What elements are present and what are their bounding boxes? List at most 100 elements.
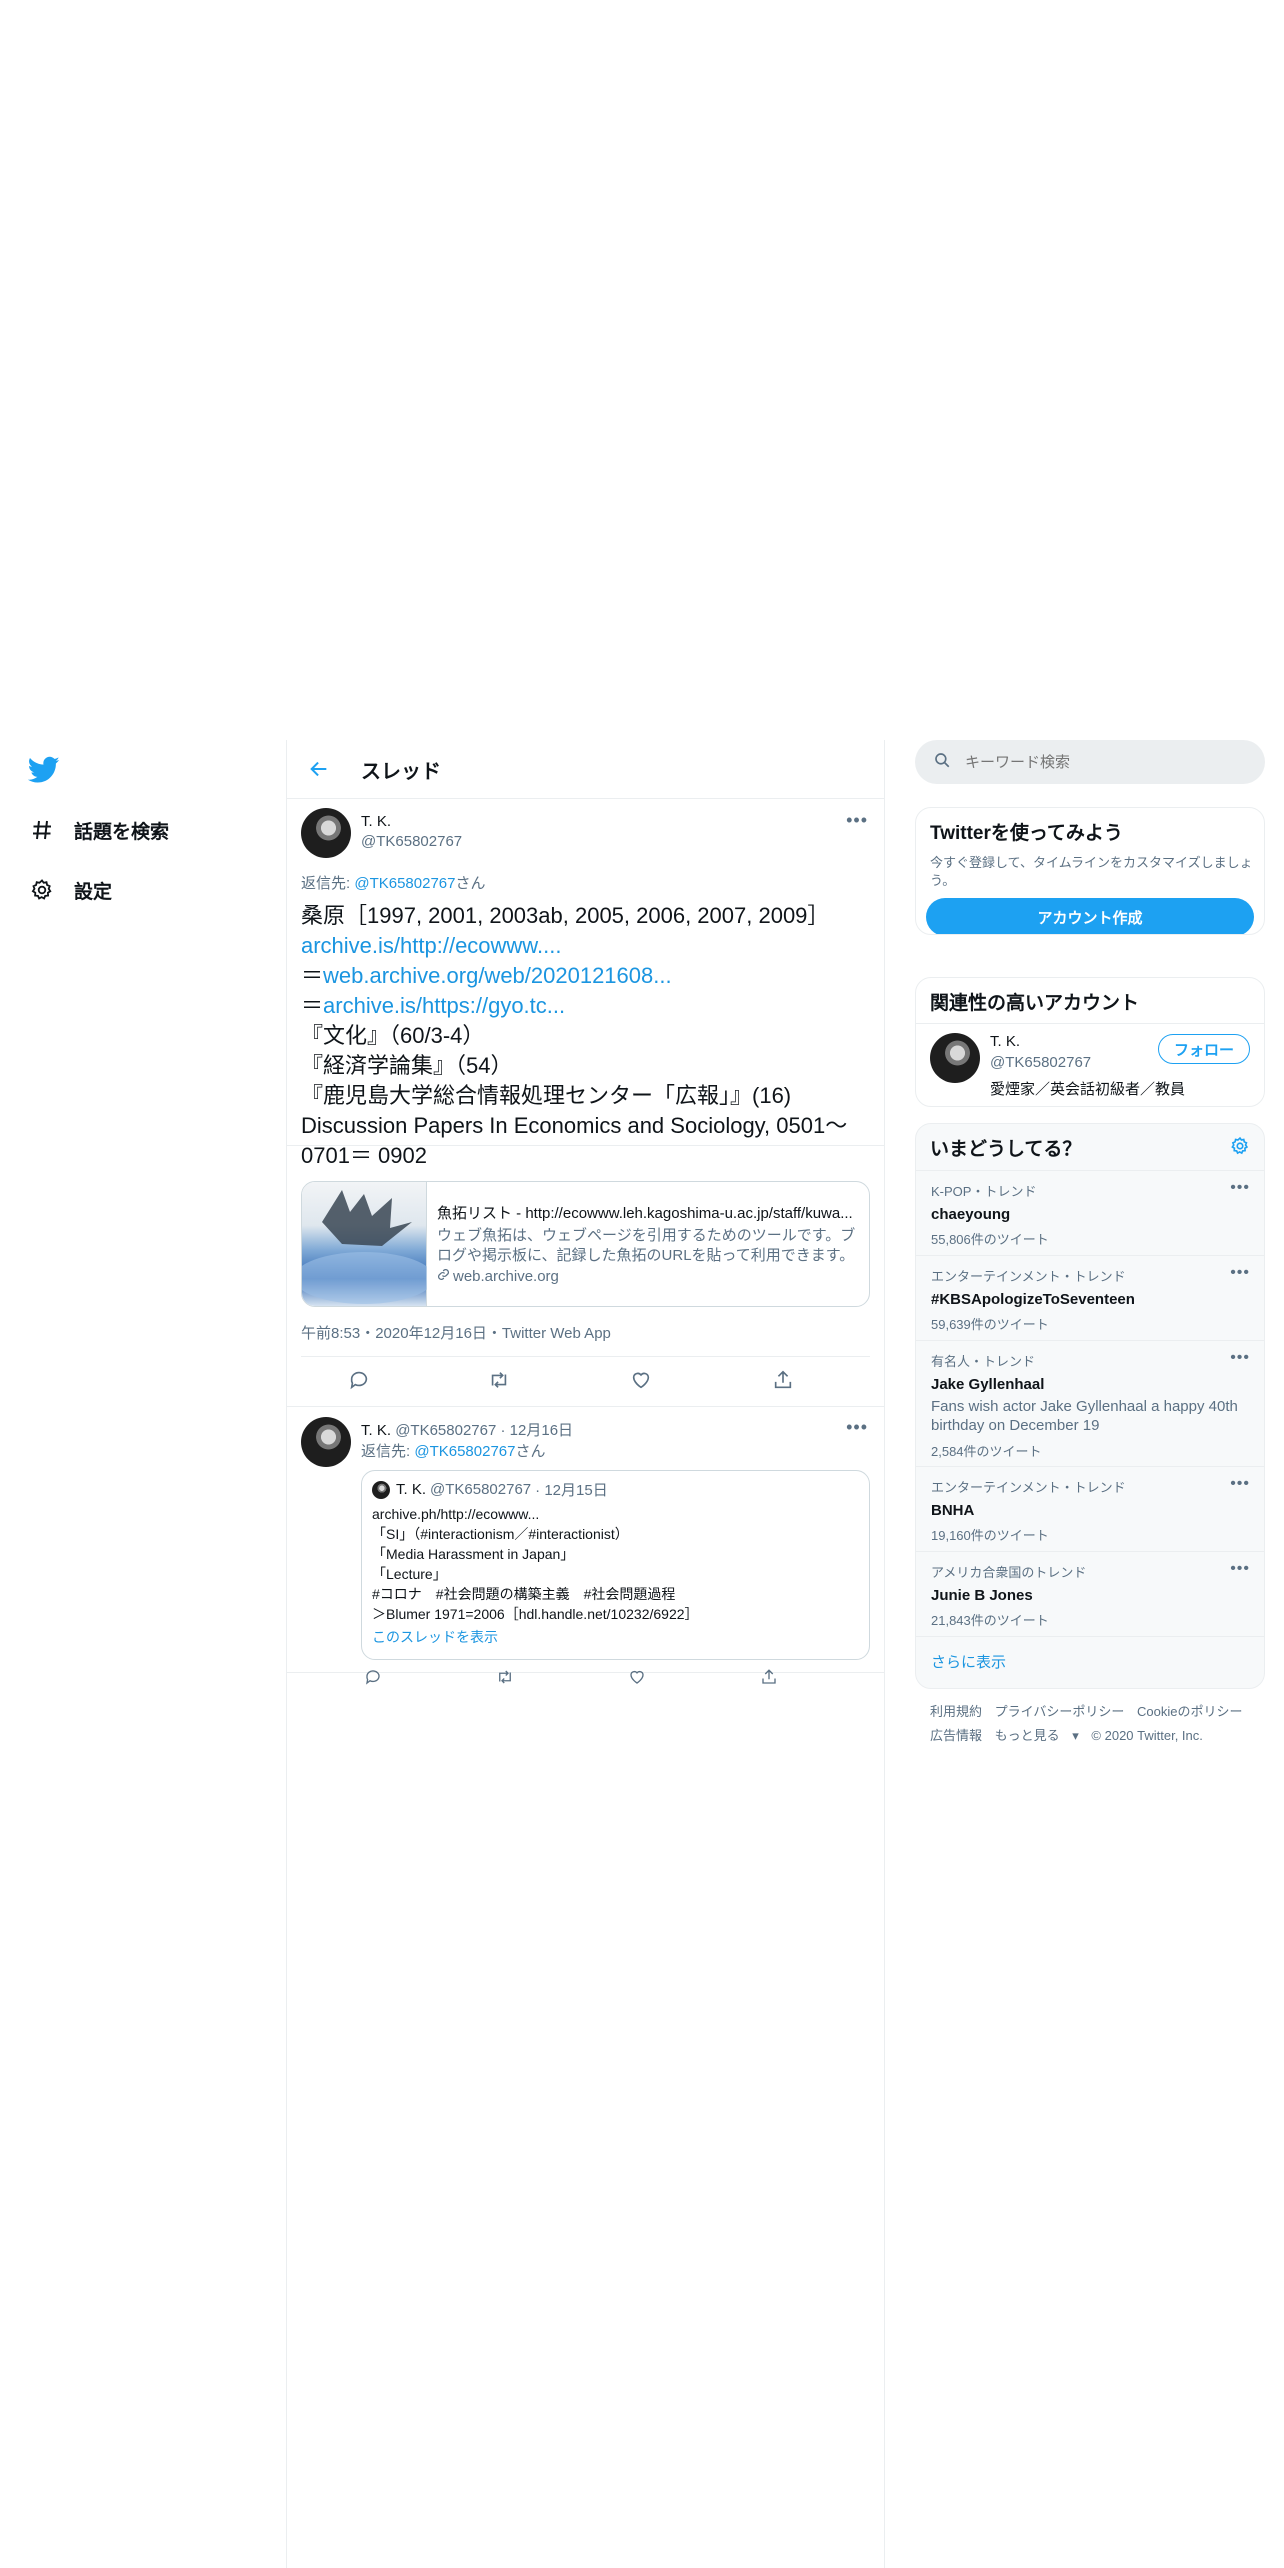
reply-prefix: 返信先: — [361, 1443, 415, 1460]
tweet-link[interactable]: archive.is/https://gyo.tc... — [323, 993, 565, 1018]
trend-count: 55,806件のツイート — [931, 1232, 1049, 1247]
trend-name: BNHA — [931, 1502, 975, 1519]
footer-cookie-link[interactable]: Cookieのポリシー — [1137, 1704, 1242, 1719]
search-icon — [933, 751, 951, 774]
footer-ads-link[interactable]: 広告情報 — [930, 1728, 982, 1743]
reply-handle-link[interactable]: @TK65802767 — [414, 1443, 515, 1460]
tweet-line-prefix: ＝ — [301, 963, 324, 988]
search-box[interactable] — [915, 740, 1265, 784]
reply-to: 返信先: @TK65802767さん — [301, 872, 486, 893]
quote-line: #コロナ #社会問題の構築主義 #社会問題過程 — [372, 1586, 676, 1602]
follow-button[interactable]: フォロー — [1158, 1034, 1250, 1064]
trend-item[interactable]: K-POP・トレンド chaeyoung 55,806件のツイート ••• — [916, 1170, 1264, 1255]
more-options-icon[interactable]: ••• — [846, 810, 868, 831]
back-arrow-icon[interactable] — [305, 755, 333, 783]
avatar[interactable] — [930, 1033, 980, 1083]
footer-more-link[interactable]: もっと見る ▾ — [995, 1728, 1079, 1743]
trend-item[interactable]: 有名人・トレンド Jake Gyllenhaal Fans wish actor… — [916, 1340, 1264, 1466]
more-options-icon[interactable]: ••• — [1230, 1264, 1250, 1282]
more-options-icon[interactable]: ••• — [846, 1417, 868, 1438]
trend-count: 59,639件のツイート — [931, 1317, 1049, 1332]
thread-column: スレッド T. K. @TK65802767 ••• 返信先: @TK65802… — [286, 740, 885, 2568]
footer: 利用規約 プライバシーポリシー Cookieのポリシー 広告情報 もっと見る ▾… — [930, 1700, 1251, 1748]
trend-item[interactable]: エンターテインメント・トレンド #KBSApologizeToSeventeen… — [916, 1255, 1264, 1340]
quoted-tweet[interactable]: T. K. @TK65802767 · 12月15日 archive.ph/ht… — [361, 1470, 870, 1660]
trend-item[interactable]: アメリカ合衆国のトレンド Junie B Jones 21,843件のツイート … — [916, 1551, 1264, 1636]
quote-line: ＞Blumer 1971=2006［hdl.handle.net/10232/6… — [372, 1606, 699, 1622]
like-icon[interactable] — [629, 1368, 653, 1392]
trend-count: 2,584件のツイート — [931, 1444, 1042, 1459]
tweet-line: 『文化』（60/3-4） — [301, 1023, 485, 1048]
thread-header: スレッド — [287, 740, 884, 799]
retweet-icon[interactable] — [493, 1665, 517, 1689]
gear-icon[interactable] — [1230, 1136, 1250, 1161]
author-handle[interactable]: @TK65802767 — [361, 833, 462, 850]
quote-line: 「Lecture」 — [372, 1566, 447, 1582]
nav-explore[interactable]: 話題を検索 — [28, 810, 169, 850]
footer-privacy-link[interactable]: プライバシーポリシー — [995, 1704, 1125, 1719]
trend-description: Fans wish actor Jake Gyllenhaal a happy … — [931, 1398, 1238, 1434]
trend-name: Jake Gyllenhaal — [931, 1376, 1045, 1393]
reply-prefix: 返信先: — [301, 875, 355, 892]
footer-copyright: © 2020 Twitter, Inc. — [1091, 1728, 1203, 1743]
trend-name: Junie B Jones — [931, 1587, 1033, 1604]
avatar[interactable] — [301, 1417, 351, 1467]
reply-to: 返信先: @TK65802767さん — [361, 1440, 546, 1461]
tweet-line: 『鹿児島大学総合情報処理センター「広報」』(16) — [301, 1083, 792, 1108]
quote-author-handle: @TK65802767 — [430, 1481, 532, 1498]
trend-category: エンターテインメント・トレンド — [931, 1480, 1126, 1495]
related-handle[interactable]: @TK65802767 — [990, 1054, 1091, 1071]
search-input[interactable] — [965, 753, 1225, 771]
share-icon[interactable] — [771, 1368, 795, 1392]
more-options-icon[interactable]: ••• — [1230, 1560, 1250, 1578]
trend-category: エンターテインメント・トレンド — [931, 1269, 1126, 1284]
reply-handle-link[interactable]: @TK65802767 — [354, 875, 455, 892]
link-icon — [437, 1268, 450, 1285]
create-account-button[interactable]: アカウント作成 — [926, 898, 1254, 934]
author-handle[interactable]: @TK65802767 — [395, 1422, 496, 1439]
tweet-link[interactable]: archive.is/http://ecowww.... — [301, 933, 561, 958]
avatar[interactable] — [301, 808, 351, 858]
footer-terms-link[interactable]: 利用規約 — [930, 1704, 982, 1719]
trend-count: 21,843件のツイート — [931, 1613, 1049, 1628]
link-card-title: 魚拓リスト - http://ecowww.leh.kagoshima-u.ac… — [437, 1205, 853, 1222]
related-accounts-card: 関連性の高いアカウント T. K. @TK65802767 愛煙家／英会話初級者… — [915, 977, 1265, 1107]
show-thread-link[interactable]: このスレッドを表示 — [372, 1627, 859, 1647]
more-options-icon[interactable]: ••• — [1230, 1475, 1250, 1493]
more-options-icon[interactable]: ••• — [1230, 1349, 1250, 1367]
reply-icon[interactable] — [347, 1368, 371, 1392]
divider — [301, 1356, 870, 1357]
author-name[interactable]: T. K. — [361, 813, 391, 830]
more-options-icon[interactable]: ••• — [1230, 1179, 1250, 1197]
retweet-icon[interactable] — [487, 1368, 511, 1392]
tweet-date[interactable]: · 12月16日 — [501, 1422, 574, 1439]
related-bio: 愛煙家／英会話初級者／教員 — [990, 1081, 1186, 1098]
quote-line: 「Media Harassment in Japan」 — [372, 1546, 575, 1562]
quote-date: · 12月15日 — [535, 1482, 608, 1499]
trend-category: アメリカ合衆国のトレンド — [931, 1565, 1087, 1580]
tweet-timestamp[interactable]: 午前8:53・2020年12月16日・Twitter Web App — [301, 1322, 611, 1343]
reply-suffix: さん — [515, 1443, 546, 1460]
like-icon[interactable] — [625, 1665, 649, 1689]
twitter-logo-icon[interactable] — [27, 756, 62, 786]
trend-category: K-POP・トレンド — [931, 1184, 1037, 1199]
trend-item[interactable]: エンターテインメント・トレンド BNHA 19,160件のツイート ••• — [916, 1466, 1264, 1551]
tweet-link[interactable]: web.archive.org/web/2020121608... — [323, 963, 672, 988]
gear-icon — [28, 876, 56, 904]
show-more-link[interactable]: さらに表示 — [916, 1636, 1264, 1688]
author-name[interactable]: T. K. — [361, 1422, 391, 1439]
tweet-line-prefix: ＝ — [301, 993, 324, 1018]
nav-settings[interactable]: 設定 — [28, 870, 112, 910]
quote-line: 「SI」（#interactionism／#interactionist） — [372, 1526, 629, 1542]
tweet-line: 『経済学論集』（54） — [301, 1053, 513, 1078]
link-card-domain: web.archive.org — [453, 1268, 559, 1285]
reply-tweet[interactable]: T. K. @TK65802767 · 12月16日 ••• 返信先: @TK6… — [287, 1407, 884, 1685]
link-card[interactable]: 魚拓リスト - http://ecowww.leh.kagoshima-u.ac… — [301, 1181, 870, 1307]
trend-count: 19,160件のツイート — [931, 1528, 1049, 1543]
reply-icon[interactable] — [361, 1665, 385, 1689]
share-icon[interactable] — [757, 1665, 781, 1689]
signup-card: Twitterを使ってみよう 今すぐ登録して、タイムラインをカスタマイズしましょ… — [915, 807, 1265, 935]
related-name[interactable]: T. K. — [990, 1033, 1020, 1050]
related-title: 関連性の高いアカウント — [916, 978, 1264, 1024]
quote-line: archive.ph/http://ecowww... — [372, 1506, 540, 1522]
